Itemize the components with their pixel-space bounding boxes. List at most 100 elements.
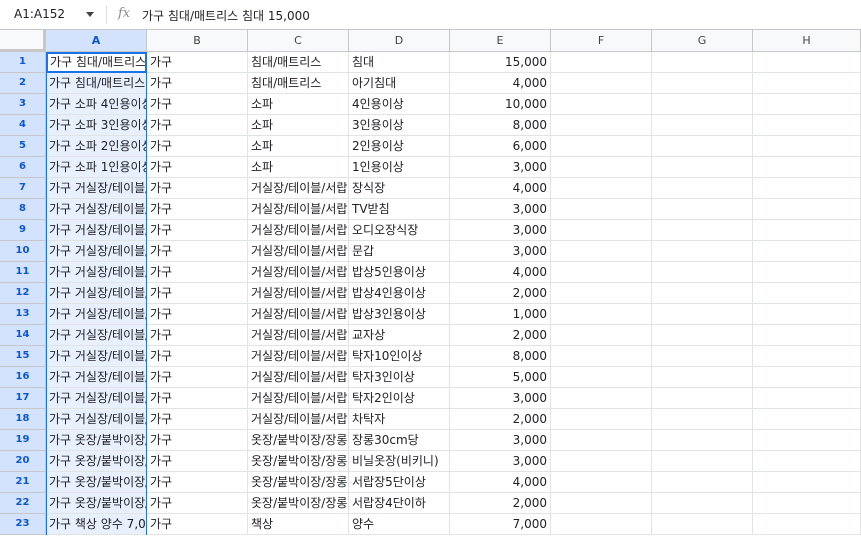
cell-g6[interactable] [652, 157, 753, 178]
cell-d9[interactable]: 오디오장식장 [349, 220, 450, 241]
cell-b23[interactable]: 가구 [147, 514, 248, 535]
row-header[interactable]: 17 [0, 388, 46, 409]
cell-g2[interactable] [652, 73, 753, 94]
cell-c8[interactable]: 거실장/테이블/서랍 [248, 199, 349, 220]
cell-e11[interactable]: 4,000 [450, 262, 551, 283]
cell-g15[interactable] [652, 346, 753, 367]
cell-a9[interactable]: 가구 거실장/테이블/서랍 오디오장식장 3,000 [46, 220, 147, 241]
cell-b19[interactable]: 가구 [147, 430, 248, 451]
row-header[interactable]: 6 [0, 157, 46, 178]
cell-f4[interactable] [551, 115, 652, 136]
cell-g10[interactable] [652, 241, 753, 262]
cell-e21[interactable]: 4,000 [450, 472, 551, 493]
row-header[interactable]: 20 [0, 451, 46, 472]
cell-g23[interactable] [652, 514, 753, 535]
cell-h4[interactable] [753, 115, 861, 136]
cell-h16[interactable] [753, 367, 861, 388]
row-header[interactable]: 18 [0, 409, 46, 430]
row-header[interactable]: 5 [0, 136, 46, 157]
row-header[interactable]: 13 [0, 304, 46, 325]
cell-f12[interactable] [551, 283, 652, 304]
row-header[interactable]: 19 [0, 430, 46, 451]
cell-f9[interactable] [551, 220, 652, 241]
cell-b17[interactable]: 가구 [147, 388, 248, 409]
column-header-d[interactable]: D [349, 30, 450, 52]
cell-d19[interactable]: 장롱30cm당 [349, 430, 450, 451]
column-header-c[interactable]: C [248, 30, 349, 52]
cell-d21[interactable]: 서랍장5단이상 [349, 472, 450, 493]
cell-f13[interactable] [551, 304, 652, 325]
cell-h23[interactable] [753, 514, 861, 535]
cell-a11[interactable]: 가구 거실장/테이블/서랍 밥상5인용이상 4,000 [46, 262, 147, 283]
cell-g18[interactable] [652, 409, 753, 430]
cell-c7[interactable]: 거실장/테이블/서랍 [248, 178, 349, 199]
row-header[interactable]: 22 [0, 493, 46, 514]
cell-a10[interactable]: 가구 거실장/테이블/서랍 문갑 3,000 [46, 241, 147, 262]
cell-f19[interactable] [551, 430, 652, 451]
cell-g9[interactable] [652, 220, 753, 241]
row-header[interactable]: 8 [0, 199, 46, 220]
cell-a23[interactable]: 가구 책상 양수 7,000 [46, 514, 147, 535]
cell-c22[interactable]: 옷장/붙박이장/장롱 [248, 493, 349, 514]
cell-e9[interactable]: 3,000 [450, 220, 551, 241]
cell-g5[interactable] [652, 136, 753, 157]
cell-g14[interactable] [652, 325, 753, 346]
cell-e6[interactable]: 3,000 [450, 157, 551, 178]
row-header[interactable]: 23 [0, 514, 46, 535]
cell-g3[interactable] [652, 94, 753, 115]
cell-g12[interactable] [652, 283, 753, 304]
cell-g4[interactable] [652, 115, 753, 136]
cell-b15[interactable]: 가구 [147, 346, 248, 367]
chevron-down-icon[interactable] [86, 12, 94, 17]
column-header-g[interactable]: G [652, 30, 753, 52]
cell-d5[interactable]: 2인용이상 [349, 136, 450, 157]
cell-h11[interactable] [753, 262, 861, 283]
cell-d1[interactable]: 침대 [349, 52, 450, 73]
column-header-h[interactable]: H [753, 30, 861, 52]
cell-g22[interactable] [652, 493, 753, 514]
cell-b5[interactable]: 가구 [147, 136, 248, 157]
cell-b20[interactable]: 가구 [147, 451, 248, 472]
cell-d16[interactable]: 탁자3인이상 [349, 367, 450, 388]
cell-g1[interactable] [652, 52, 753, 73]
cell-c4[interactable]: 소파 [248, 115, 349, 136]
cell-g20[interactable] [652, 451, 753, 472]
cell-h14[interactable] [753, 325, 861, 346]
cell-c20[interactable]: 옷장/붙박이장/장롱 [248, 451, 349, 472]
cell-a19[interactable]: 가구 옷장/붙박이장/장롱 장롱30cm당 3,000 [46, 430, 147, 451]
cell-h10[interactable] [753, 241, 861, 262]
formula-input[interactable]: 가구 침대/매트리스 침대 15,000 [142, 7, 310, 24]
cell-f20[interactable] [551, 451, 652, 472]
cell-f7[interactable] [551, 178, 652, 199]
cell-c18[interactable]: 거실장/테이블/서랍 [248, 409, 349, 430]
cell-a7[interactable]: 가구 거실장/테이블/서랍 장식장 4,000 [46, 178, 147, 199]
cell-g8[interactable] [652, 199, 753, 220]
column-header-e[interactable]: E [450, 30, 551, 52]
cell-h9[interactable] [753, 220, 861, 241]
cell-e4[interactable]: 8,000 [450, 115, 551, 136]
cell-c11[interactable]: 거실장/테이블/서랍 [248, 262, 349, 283]
cell-b8[interactable]: 가구 [147, 199, 248, 220]
cell-h12[interactable] [753, 283, 861, 304]
cell-b2[interactable]: 가구 [147, 73, 248, 94]
row-header[interactable]: 10 [0, 241, 46, 262]
cell-h13[interactable] [753, 304, 861, 325]
cell-d23[interactable]: 양수 [349, 514, 450, 535]
cell-d15[interactable]: 탁자10인이상 [349, 346, 450, 367]
cell-e17[interactable]: 3,000 [450, 388, 551, 409]
cell-e18[interactable]: 2,000 [450, 409, 551, 430]
cell-b7[interactable]: 가구 [147, 178, 248, 199]
cell-h1[interactable] [753, 52, 861, 73]
cell-b1[interactable]: 가구 [147, 52, 248, 73]
cell-f6[interactable] [551, 157, 652, 178]
cell-e23[interactable]: 7,000 [450, 514, 551, 535]
cell-a18[interactable]: 가구 거실장/테이블/서랍 차탁자 2,000 [46, 409, 147, 430]
cell-h20[interactable] [753, 451, 861, 472]
cell-d10[interactable]: 문갑 [349, 241, 450, 262]
cell-a12[interactable]: 가구 거실장/테이블/서랍 밥상4인용이상 2,000 [46, 283, 147, 304]
cell-d3[interactable]: 4인용이상 [349, 94, 450, 115]
cell-c6[interactable]: 소파 [248, 157, 349, 178]
cell-c19[interactable]: 옷장/붙박이장/장롱 [248, 430, 349, 451]
cell-f11[interactable] [551, 262, 652, 283]
cell-h21[interactable] [753, 472, 861, 493]
